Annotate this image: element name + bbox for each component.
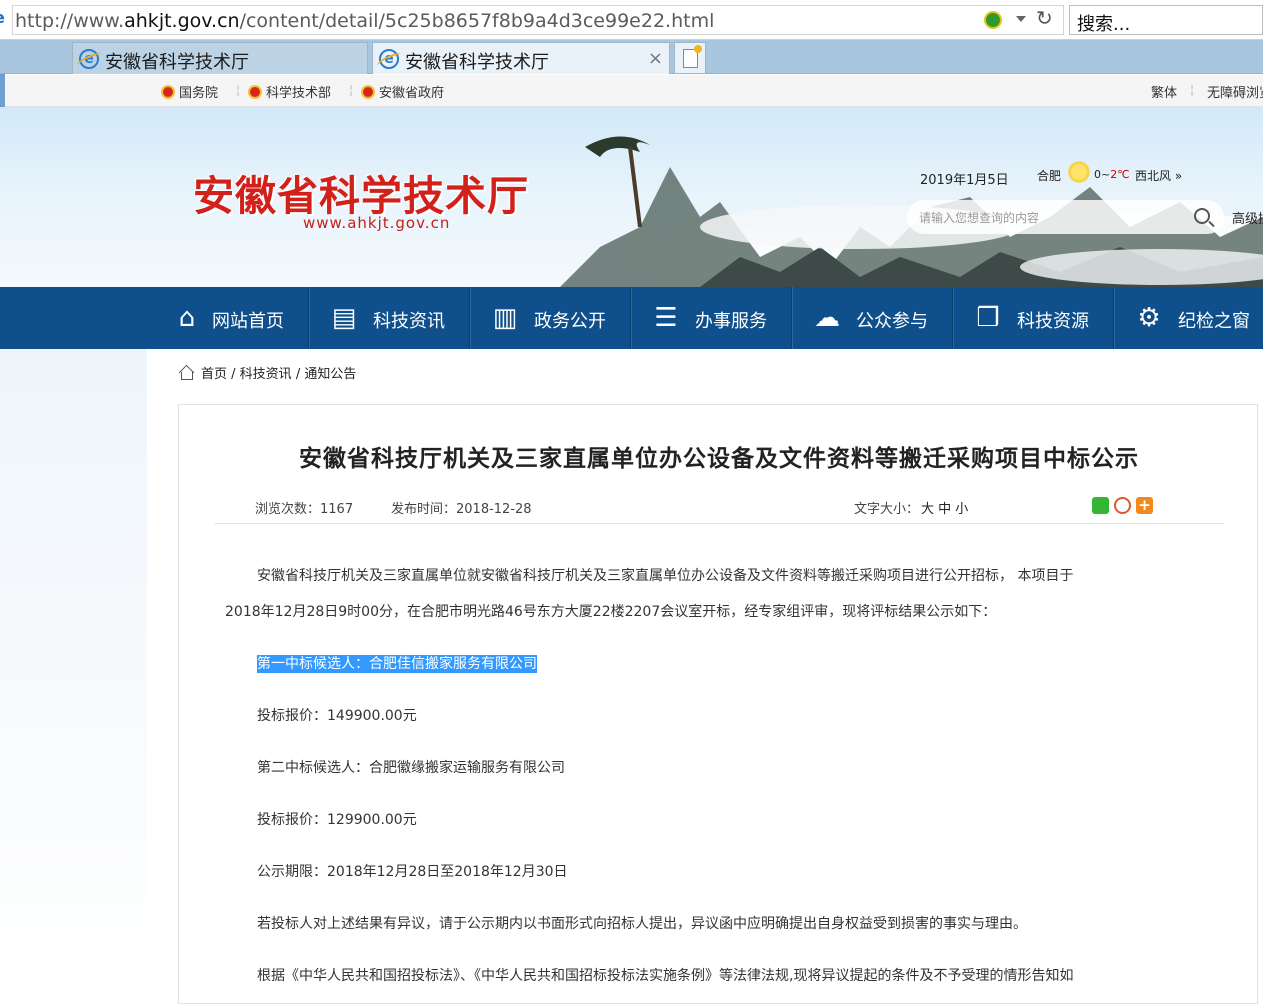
article-container: 安徽省科技厅机关及三家直属单位办公设备及文件资料等搬迁采购项目中标公示 浏览次数… — [178, 404, 1258, 1004]
browser-search-input[interactable]: 搜索... — [1069, 5, 1263, 35]
notice-period: 公示期限：2018年12月28日至2018年12月30日 — [257, 864, 568, 880]
link-most[interactable]: 科学技术部 — [248, 82, 331, 101]
wechat-share-icon[interactable] — [1092, 497, 1109, 514]
ie-logo-icon: e — [0, 10, 10, 26]
nav-label: 网站首页 — [212, 311, 284, 332]
chevron-down-icon[interactable] — [1016, 16, 1026, 22]
nav-label: 科技资讯 — [373, 311, 445, 332]
nav-gov-affairs[interactable]: ▥ 政务公开 — [470, 287, 630, 349]
book-icon: ▥ — [492, 303, 518, 333]
nav-tech-resources[interactable]: ❒ 科技资源 — [953, 287, 1113, 349]
mountain-scenery — [560, 136, 1263, 287]
link-anhui-gov[interactable]: 安徽省政府 — [361, 82, 444, 101]
site-banner: 安徽省科学技术厅 www.ahkjt.gov.cn 2019年1月5日 合肥 0… — [0, 107, 1263, 287]
site-url: www.ahkjt.gov.cn — [303, 214, 451, 232]
view-count: 浏览次数：1167 — [255, 502, 354, 517]
gear-icon: ⚙ — [1137, 303, 1161, 333]
weather-temperature: 0~2℃ — [1094, 168, 1130, 181]
main-nav: ⌂ 网站首页 ▤ 科技资讯 ▥ 政务公开 ☰ 办事服务 ☁ 公众参与 ❒ 科技资… — [0, 287, 1263, 349]
accessibility-link[interactable]: 无障碍浏览 — [1207, 82, 1263, 101]
sun-icon — [1068, 161, 1090, 183]
service-icon: ☰ — [654, 303, 678, 333]
divider — [214, 523, 1224, 524]
more-share-icon[interactable]: + — [1136, 497, 1153, 514]
tab-1[interactable]: e 安徽省科学技术厅 — [72, 42, 368, 74]
legal-note: 根据《中华人民共和国招投标法》、《中华人民共和国招标投标法实施条例》等法律法规,… — [257, 968, 1074, 984]
breadcrumb-home[interactable]: 首页 — [201, 367, 227, 382]
link-state-council[interactable]: 国务院 — [161, 82, 218, 101]
new-tab-icon — [683, 45, 702, 68]
left-sidebar — [0, 349, 147, 999]
nav-services[interactable]: ☰ 办事服务 — [631, 287, 791, 349]
tab-label: 安徽省科学技术厅 — [405, 52, 549, 73]
nav-label: 政务公开 — [534, 311, 606, 332]
home-icon: ⌂ — [178, 303, 196, 333]
paragraph-intro: 安徽省科技厅机关及三家直属单位就安徽省科技厅机关及三家直属单位办公设备及文件资料… — [257, 568, 1074, 584]
font-size-control: 文字大小：大 中 小 — [854, 498, 968, 517]
breadcrumb-current[interactable]: 通知公告 — [304, 367, 356, 382]
divider: ¦ — [1190, 83, 1195, 97]
font-size-options[interactable]: 大 中 小 — [921, 502, 968, 517]
home-icon — [178, 366, 194, 380]
first-price: 投标报价：149900.00元 — [257, 708, 417, 724]
close-tab-icon[interactable]: × — [648, 48, 663, 69]
cube-icon: ❒ — [976, 303, 1000, 333]
breadcrumb-separator: / — [291, 367, 305, 382]
compatibility-view-icon[interactable] — [984, 11, 1002, 29]
second-price: 投标报价：129900.00元 — [257, 812, 417, 828]
nav-label: 纪检之窗 — [1178, 311, 1250, 332]
ie-tab-icon: e — [79, 49, 99, 69]
search-icon[interactable] — [1194, 208, 1210, 224]
breadcrumb-separator: / — [227, 367, 240, 382]
second-candidate: 第二中标候选人：合肥徽缘搬家运输服务有限公司 — [257, 760, 565, 776]
article-title: 安徽省科技厅机关及三家直属单位办公设备及文件资料等搬迁采购项目中标公示 — [299, 445, 1139, 472]
current-date: 2019年1月5日 — [920, 173, 1009, 188]
publish-date: 发布时间：2018-12-28 — [391, 502, 532, 517]
national-emblem-icon — [361, 85, 375, 99]
top-links-bar: 国务院 ¦ 科学技术部 ¦ 安徽省政府 繁体 ¦ 无障碍浏览 — [5, 75, 1263, 107]
ie-tab-icon: e — [379, 49, 399, 69]
site-title: 安徽省科学技术厅 — [193, 172, 529, 220]
url-text: http://www.ahkjt.gov.cn/content/detail/5… — [15, 10, 715, 32]
nav-discipline[interactable]: ⚙ 纪检之窗 — [1114, 287, 1263, 349]
chat-icon: ☁ — [814, 303, 840, 333]
url-input[interactable]: http://www.ahkjt.gov.cn/content/detail/5… — [12, 5, 1064, 35]
national-emblem-icon — [161, 85, 175, 99]
breadcrumb: 首页 / 科技资讯 / 通知公告 — [178, 363, 356, 382]
divider: ¦ — [236, 83, 241, 97]
weather-wind[interactable]: 西北风 » — [1135, 167, 1182, 184]
site-search-input[interactable]: 请输入您想查询的内容 — [907, 200, 1224, 234]
address-bar: e http://www.ahkjt.gov.cn/content/detail… — [0, 0, 1263, 40]
national-emblem-icon — [248, 85, 262, 99]
tab-label: 安徽省科学技术厅 — [105, 52, 249, 73]
tab-bar: e 安徽省科学技术厅 e 安徽省科学技术厅 × — [0, 40, 1263, 74]
font-size-label: 文字大小： — [854, 502, 920, 517]
nav-label: 办事服务 — [695, 311, 767, 332]
nav-home[interactable]: ⌂ 网站首页 — [148, 287, 308, 349]
nav-tech-news[interactable]: ▤ 科技资讯 — [309, 287, 469, 349]
divider: ¦ — [349, 83, 354, 97]
selected-text: 第一中标候选人：合肥佳信搬家服务有限公司 — [257, 655, 537, 673]
first-candidate: 第一中标候选人：合肥佳信搬家服务有限公司 — [257, 653, 537, 673]
nav-label: 科技资源 — [1017, 311, 1089, 332]
tab-2[interactable]: e 安徽省科学技术厅 × — [372, 42, 670, 74]
objection-note: 若投标人对上述结果有异议，请于公示期内以书面形式向招标人提出，异议函中应明确提出… — [257, 916, 1027, 932]
refresh-icon[interactable]: ↻ — [1036, 8, 1053, 28]
weibo-share-icon[interactable] — [1114, 497, 1131, 514]
traditional-chinese-link[interactable]: 繁体 — [1151, 82, 1177, 101]
breadcrumb-section[interactable]: 科技资讯 — [240, 367, 292, 382]
nav-public-participation[interactable]: ☁ 公众参与 — [792, 287, 952, 349]
weather-city: 合肥 — [1037, 169, 1062, 183]
advanced-search-link[interactable]: 高级搜索 — [1232, 208, 1263, 227]
paragraph-intro-cont: 2018年12月28日9时00分，在合肥市明光路46号东方大厦22楼2207会议… — [225, 604, 997, 620]
new-tab-button[interactable] — [674, 42, 706, 74]
document-icon: ▤ — [331, 303, 357, 333]
nav-label: 公众参与 — [856, 311, 928, 332]
